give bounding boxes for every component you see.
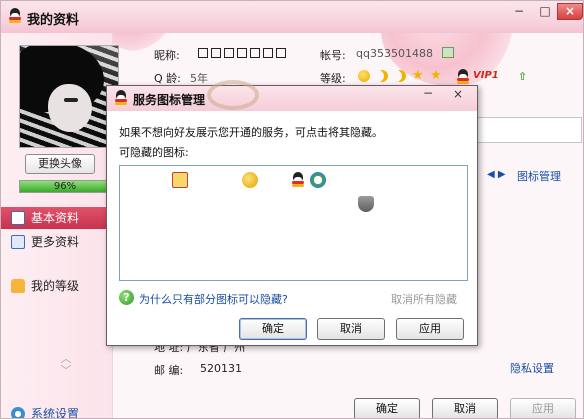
qage-label: Q 龄: <box>154 72 181 85</box>
sidebar-item-more-info[interactable]: 更多资料 <box>1 231 113 253</box>
shield-service-icon[interactable] <box>358 196 374 212</box>
mailbox-service-icon[interactable] <box>172 172 188 188</box>
nickname-label: 昵称: <box>154 49 180 62</box>
card-icon <box>11 235 25 249</box>
help-row: ? 为什么只有部分图标可以隐藏? 取消所有隐藏 <box>119 290 469 308</box>
dialog-minimize-button[interactable]: − <box>417 87 439 103</box>
ring-decoration <box>207 80 259 110</box>
copy-icon[interactable] <box>442 47 454 58</box>
dialog-title: 服务图标管理 <box>133 93 206 107</box>
id-card-icon <box>11 211 25 225</box>
vip-penguin-icon <box>455 69 471 85</box>
nickname-value <box>198 47 289 60</box>
gear-icon <box>11 407 25 418</box>
title-bar[interactable]: 我的资料 − □ × <box>1 1 583 33</box>
qage-value: 5年 <box>190 72 208 85</box>
level-label: 等级: <box>320 72 346 85</box>
zone-service-icon[interactable] <box>310 172 326 188</box>
dialog-apply-button[interactable]: 应用 <box>396 318 464 340</box>
vip-badge[interactable]: VIP1 <box>473 70 499 81</box>
account-value: qq353501488 <box>356 47 433 60</box>
qq-penguin-icon <box>113 90 129 106</box>
signature-box[interactable] <box>474 117 582 143</box>
apply-button[interactable]: 应用 <box>510 398 576 418</box>
hidable-icons-list <box>119 165 468 281</box>
sidebar-item-label: 更多资料 <box>31 235 80 249</box>
progress-text: 96% <box>53 181 77 192</box>
moon-icon <box>394 70 406 82</box>
icon-manage-dialog: 服务图标管理 − × 如果不想向好友展示您开通的服务，可点击将其隐藏。 可隐藏的… <box>106 80 478 346</box>
minimize-button[interactable]: − <box>506 3 532 20</box>
coin-service-icon[interactable] <box>242 172 258 188</box>
sidebar-item-my-level[interactable]: 我的等级 <box>1 275 113 297</box>
zip-value: 520131 <box>200 362 242 375</box>
qq-penguin-icon <box>7 8 23 24</box>
star-icon: ★ <box>430 68 442 83</box>
icon-manage-link[interactable]: 图标管理 <box>517 168 561 184</box>
upgrade-arrow-icon: ⇧ <box>518 70 528 83</box>
cancel-all-hide-link[interactable]: 取消所有隐藏 <box>391 291 457 307</box>
privacy-settings-link[interactable]: 隐私设置 <box>510 360 554 376</box>
why-some-icons-link[interactable]: 为什么只有部分图标可以隐藏? <box>139 291 288 307</box>
dialog-description: 如果不想向好友展示您开通的服务，可点击将其隐藏。 <box>119 126 383 139</box>
account-label: 帐号: <box>320 49 346 62</box>
maximize-button[interactable]: □ <box>532 3 558 20</box>
hidable-icons-label: 可隐藏的图标: <box>119 146 189 159</box>
profile-window: 我的资料 − □ × 更换头像 96% 基本资料 更多资料 我的等级 ︿ ﹀ 系统 <box>0 0 584 419</box>
system-settings-link[interactable]: 系统设置 <box>1 403 113 419</box>
ok-button[interactable]: 确定 <box>354 398 420 418</box>
close-button[interactable]: × <box>557 3 583 20</box>
change-avatar-button[interactable]: 更换头像 <box>25 154 95 174</box>
scroll-arrows[interactable]: ︿ ﹀ <box>59 353 73 387</box>
sidebar: 更换头像 96% 基本资料 更多资料 我的等级 ︿ ﹀ 系统设置 <box>1 33 119 419</box>
help-icon: ? <box>119 290 134 305</box>
icon-nav-arrows[interactable]: ◀ ▶ <box>487 169 506 180</box>
star-icon: ★ <box>412 68 424 83</box>
moon-icon <box>376 70 388 82</box>
cancel-button[interactable]: 取消 <box>432 398 498 418</box>
sun-icon <box>358 70 370 82</box>
profile-completeness-bar: 96% <box>19 180 111 193</box>
house-level-icon <box>11 279 25 293</box>
dialog-cancel-button[interactable]: 取消 <box>317 318 385 340</box>
dialog-ok-button[interactable]: 确定 <box>239 318 307 340</box>
penguin-service-icon[interactable] <box>290 172 306 188</box>
avatar <box>19 45 119 148</box>
system-settings-label: 系统设置 <box>31 407 80 419</box>
sidebar-item-basic-info[interactable]: 基本资料 <box>1 207 113 229</box>
sidebar-item-label: 基本资料 <box>31 211 80 225</box>
dialog-close-button[interactable]: × <box>443 87 473 103</box>
dialog-title-bar[interactable]: 服务图标管理 − × <box>107 80 477 111</box>
zip-label: 邮 编: <box>154 364 184 377</box>
window-title: 我的资料 <box>27 13 80 28</box>
sidebar-item-label: 我的等级 <box>31 279 80 293</box>
